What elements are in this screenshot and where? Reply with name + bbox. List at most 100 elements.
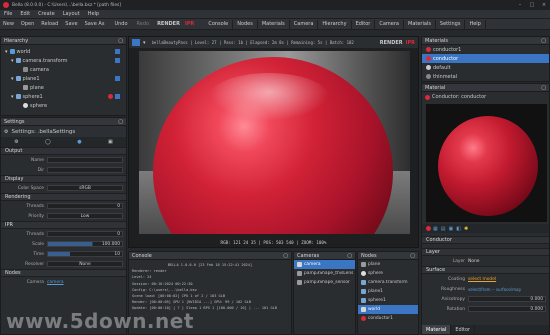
ipr-button[interactable]: IPR xyxy=(185,21,194,27)
light-icon[interactable]: ✺ xyxy=(464,226,468,232)
priority-select[interactable]: Low xyxy=(47,213,123,219)
close-icon[interactable]: × xyxy=(538,2,550,8)
expand-icon[interactable]: ▾ xyxy=(11,94,14,100)
section-display[interactable]: Display xyxy=(1,175,126,183)
tab-settings[interactable]: Settings xyxy=(436,19,466,29)
tree-item-camera-transform[interactable]: ▾ camera.transform xyxy=(1,56,126,65)
pin-icon[interactable]: ▢ xyxy=(410,253,415,259)
section-conductor[interactable]: Conductor xyxy=(422,236,549,244)
tab-help[interactable]: Help xyxy=(465,19,486,29)
sphere-tab-icon[interactable]: ● xyxy=(77,139,81,145)
tab-console[interactable]: Console xyxy=(204,19,234,29)
tree-item-sphere1[interactable]: ▾ sphere1 xyxy=(1,92,126,101)
threads-input[interactable]: 0 xyxy=(47,203,123,209)
visibility-icon[interactable] xyxy=(115,49,120,54)
minimize-icon[interactable]: – xyxy=(514,2,526,8)
material-item-default[interactable]: default xyxy=(422,63,549,72)
coating-link[interactable]: select model xyxy=(468,277,496,282)
image-icon[interactable]: ▣ xyxy=(108,139,113,145)
pin-icon[interactable]: ▢ xyxy=(541,85,546,91)
viewport-camera-icon[interactable] xyxy=(132,39,140,46)
roughness-link[interactable]: select/from -- surface/map xyxy=(468,287,521,292)
camera-item[interactable]: pamp3Shape_sensor xyxy=(294,278,355,287)
tree-item-camera[interactable]: camera xyxy=(1,65,126,74)
box-icon[interactable]: ◧ xyxy=(456,226,461,232)
render-button[interactable]: RENDER xyxy=(157,21,180,27)
dir-input[interactable] xyxy=(47,167,123,173)
anisotropy-input[interactable]: 0.000 xyxy=(468,296,546,302)
tab-camera-2[interactable]: Camera xyxy=(375,19,404,29)
save-as-button[interactable]: Save As xyxy=(85,21,105,27)
section-ipr[interactable]: IPR xyxy=(1,221,126,229)
color-space-select[interactable]: sRGB xyxy=(47,185,123,191)
visibility-icon[interactable] xyxy=(115,94,120,99)
node-item[interactable]: camera.transform xyxy=(358,278,418,287)
viewport-dropdown-icon[interactable]: ▾ xyxy=(143,40,146,46)
pin-icon[interactable]: ▢ xyxy=(283,253,288,259)
redo-button[interactable]: Redo xyxy=(137,21,150,27)
section-nodes[interactable]: Nodes xyxy=(1,269,126,277)
ipr-threads-input[interactable]: 0 xyxy=(47,231,123,237)
red-swatch-icon[interactable] xyxy=(426,226,431,231)
tree-item-plane1[interactable]: ▾ plane1 xyxy=(1,74,126,83)
material-item-conductor[interactable]: conductor xyxy=(422,54,549,63)
pin-icon[interactable]: ▢ xyxy=(118,38,123,44)
tab-editor-bottom[interactable]: Editor xyxy=(451,325,476,334)
tab-materials[interactable]: Materials xyxy=(258,19,290,29)
tab-nodes[interactable]: Nodes xyxy=(233,19,258,29)
maximize-icon[interactable]: □ xyxy=(526,2,538,8)
circle-icon[interactable]: ◯ xyxy=(45,139,51,145)
render-image[interactable] xyxy=(139,51,410,234)
new-button[interactable]: New xyxy=(3,21,14,27)
tab-editor[interactable]: Editor xyxy=(352,19,376,29)
material-item-conductor1[interactable]: conductor1 xyxy=(422,45,549,54)
menu-edit[interactable]: Edit xyxy=(20,11,30,17)
node-item[interactable]: sphere xyxy=(358,269,418,278)
tree-item-sphere[interactable]: sphere xyxy=(1,101,126,110)
menu-help[interactable]: Help xyxy=(88,11,99,17)
name-input[interactable] xyxy=(47,157,123,163)
tree-item-plane[interactable]: plane xyxy=(1,83,126,92)
gear-icon[interactable]: ⚙ xyxy=(14,139,18,145)
pin-icon[interactable]: ▢ xyxy=(541,38,546,44)
node-item[interactable]: conductor1 xyxy=(358,314,418,323)
reload-button[interactable]: Reload xyxy=(41,21,58,27)
tab-materials-2[interactable]: Materials xyxy=(404,19,436,29)
tab-material[interactable]: Material xyxy=(422,325,452,334)
menu-create[interactable]: Create xyxy=(38,11,55,17)
camera-item[interactable]: pamp3Shape_thisLens xyxy=(294,269,355,278)
rotation-input[interactable]: 0.000 xyxy=(468,306,546,312)
scale-input[interactable]: 100.000 xyxy=(47,241,123,247)
tab-camera[interactable]: Camera xyxy=(290,19,319,29)
material-item-thinmetal[interactable]: thinmetal xyxy=(422,72,549,81)
undo-button[interactable]: Undo xyxy=(114,21,127,27)
image-icon[interactable]: ▣ xyxy=(448,226,453,232)
pin-icon[interactable]: ▢ xyxy=(118,119,123,125)
expand-icon[interactable]: ▾ xyxy=(11,58,14,64)
tab-hierarchy[interactable]: Hierarchy xyxy=(318,19,352,29)
time-input[interactable]: 10 xyxy=(47,251,123,257)
expand-icon[interactable]: ▾ xyxy=(5,49,8,55)
open-button[interactable]: Open xyxy=(21,21,34,27)
node-item[interactable]: sphere1 xyxy=(358,296,418,305)
node-item[interactable]: plane1 xyxy=(358,287,418,296)
node-item[interactable]: plane xyxy=(358,260,418,269)
camera-item[interactable]: camera xyxy=(294,260,355,269)
layers-icon[interactable]: ▤ xyxy=(441,226,446,232)
resolver-select[interactable]: None xyxy=(47,261,123,267)
viewport-ipr-button[interactable]: IPR xyxy=(406,40,415,46)
section-rendering[interactable]: Rendering xyxy=(1,193,126,201)
section-layer[interactable]: Layer xyxy=(422,248,549,256)
node-item[interactable]: world xyxy=(358,305,418,314)
visibility-icon[interactable] xyxy=(115,76,120,81)
section-surface[interactable]: Surface xyxy=(422,266,549,274)
viewport-render-button[interactable]: RENDER xyxy=(380,40,403,46)
save-button[interactable]: Save xyxy=(65,21,77,27)
visibility-icon[interactable] xyxy=(115,58,120,63)
tree-item-world[interactable]: ▾ world xyxy=(1,47,126,56)
section-output[interactable]: Output xyxy=(1,147,126,155)
grid-icon[interactable]: ▦ xyxy=(433,226,438,232)
layer-value[interactable]: None xyxy=(468,259,479,264)
menu-file[interactable]: File xyxy=(4,11,12,17)
camera-link[interactable]: camera xyxy=(47,280,64,285)
